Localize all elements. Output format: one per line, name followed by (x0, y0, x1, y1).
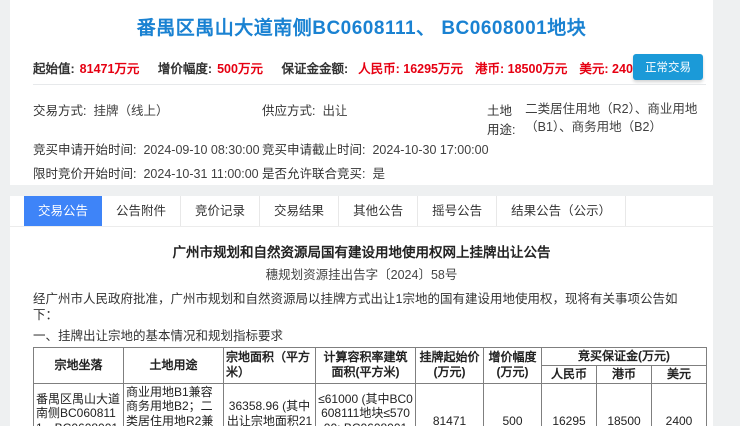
start-price-label: 起始值: (33, 62, 75, 76)
announcement-card: 交易公告 公告附件 竞价记录 交易结果 其他公告 摇号公告 结果公告（公示） 广… (10, 196, 713, 426)
section-heading: 一、挂牌出让宗地的基本情况和规划指标要求 (33, 325, 690, 344)
col-header-area: 宗地面积（平方米） (224, 347, 316, 383)
info-row-2: 竞买申请开始时间: 2024-09-10 08:30:00 竞买申请截止时间: 20… (33, 139, 705, 158)
apply-end-value: 2024-10-30 17:00:00 (372, 143, 488, 157)
col-header-start-price: 挂牌起始价(万元) (416, 347, 484, 383)
cell-location: 番禺区禺山大道南侧BC0608111、BC0608001地块 (34, 383, 124, 426)
col-header-deposit-group: 竞买保证金(万元) (542, 347, 707, 365)
apply-start-label: 竞买申请开始时间: (33, 143, 136, 157)
normal-trade-status-button[interactable]: 正常交易 (633, 54, 703, 80)
supply-mode-label: 供应方式: (262, 104, 315, 118)
bid-start-label: 限时竞价开始时间: (33, 167, 136, 181)
cell-increment: 500 (484, 383, 542, 426)
col-header-location: 宗地坐落 (34, 347, 124, 383)
table-header-row-1: 宗地坐落 土地用途 宗地面积（平方米） 计算容积率建筑面积(平方米) 挂牌起始价… (34, 347, 707, 365)
joint-bid-field: 是否允许联合竞买: 是 (262, 163, 487, 182)
start-price-value: 81471万元 (80, 62, 140, 76)
tab-trade-results[interactable]: 交易结果 (260, 196, 339, 226)
col-header-hkd: 港币 (597, 365, 652, 383)
deposit-rmb: 人民币: 16295万元 (358, 62, 463, 76)
tab-trade-announcement[interactable]: 交易公告 (24, 196, 102, 226)
tab-bidding-records[interactable]: 竞价记录 (181, 196, 260, 226)
announcement-doc-number: 穗规划资源挂出告字〔2024〕58号 (10, 264, 713, 283)
page: { "colors": { "title_blue": "#1a82d2", "… (0, 0, 740, 426)
deposit-metric: 保证金金额:人民币: 16295万元港币: 18500万元美元: 2400万元 (281, 62, 664, 76)
tab-bar: 交易公告 公告附件 竞价记录 交易结果 其他公告 摇号公告 结果公告（公示） (10, 196, 713, 227)
cell-area: 36358.96 (其中出让宗地面积21000) (224, 383, 316, 426)
joint-bid-label: 是否允许联合竞买: (262, 167, 365, 181)
cell-hkd: 18500 (597, 383, 652, 426)
land-use-label: 土地用途: (487, 100, 518, 138)
tab-result-publicity[interactable]: 结果公告（公示） (497, 196, 626, 226)
start-price-metric: 起始值: 81471万元 (33, 62, 139, 76)
supply-mode-field: 供应方式: 出让 (262, 100, 487, 119)
apply-end-field: 竞买申请截止时间: 2024-10-30 17:00:00 (262, 139, 562, 158)
listing-header-card: 番禺区禺山大道南侧BC0608111、 BC0608001地块 起始值: 8147… (10, 0, 713, 185)
announcement-intro: 经广州市人民政府批准，广州市规划和自然资源局以挂牌方式出让1宗地的国有建设用地使… (33, 291, 693, 324)
announcement-title: 广州市规划和自然资源局国有建设用地使用权网上挂牌出让公告 (10, 241, 713, 261)
trade-mode-field: 交易方式: 挂牌（线上） (33, 100, 262, 119)
price-metrics-row: 起始值: 81471万元 增价幅度: 500万元 保证金金额: 人民币: 16295万… (33, 58, 665, 77)
increment-value: 500万元 (217, 62, 263, 76)
cell-start-price: 81471 (416, 383, 484, 426)
trade-mode-label: 交易方式: (33, 104, 86, 118)
table-row: 番禺区禺山大道南侧BC0608111、BC0608001地块 商业用地B1兼容商… (34, 383, 707, 426)
tab-announcement-attachments[interactable]: 公告附件 (102, 196, 181, 226)
trade-mode-value: 挂牌（线上） (93, 104, 168, 118)
col-header-increment: 增价幅度(万元) (484, 347, 542, 383)
col-header-usd: 美元 (652, 365, 707, 383)
bid-start-field: 限时竞价开始时间: 2024-10-31 11:00:00 (33, 163, 262, 182)
apply-start-field: 竞买申请开始时间: 2024-09-10 08:30:00 (33, 139, 262, 158)
cell-usd: 2400 (652, 383, 707, 426)
cell-floor-area: ≤61000 (其中BC0608111地块≤57000; BC0608001地块… (316, 383, 416, 426)
bid-start-value: 2024-10-31 11:00:00 (143, 167, 258, 181)
land-use-field: 土地用途:二类居住用地（R2）、商业用地（B1）、商务用地（B2） (487, 100, 705, 138)
col-header-land-use: 土地用途 (124, 347, 224, 383)
info-row-1: 交易方式: 挂牌（线上） 供应方式: 出让 土地用途:二类居住用地（R2）、商业用地… (33, 100, 705, 138)
cell-land-use: 商业用地B1兼容商务用地B2；二类居住用地R2兼容社会停车场用地S42 (124, 383, 224, 426)
col-header-floor-area: 计算容积率建筑面积(平方米) (316, 347, 416, 383)
tab-lottery-announcement[interactable]: 摇号公告 (418, 196, 497, 226)
deposit-label: 保证金金额: (281, 62, 348, 76)
joint-bid-value: 是 (372, 167, 385, 181)
cell-rmb: 16295 (542, 383, 597, 426)
supply-mode-value: 出让 (322, 104, 347, 118)
land-use-value: 二类居住用地（R2）、商业用地（B1）、商务用地（B2） (525, 100, 705, 138)
increment-metric: 增价幅度: 500万元 (158, 62, 263, 76)
header-divider (33, 84, 706, 85)
deposit-hkd: 港币: 18500万元 (475, 62, 567, 76)
info-row-3: 限时竞价开始时间: 2024-10-31 11:00:00 是否允许联合竞买: 是 (33, 163, 705, 182)
page-title: 番禺区禺山大道南侧BC0608111、 BC0608001地块 (10, 0, 713, 40)
tab-other-announcements[interactable]: 其他公告 (339, 196, 418, 226)
col-header-rmb: 人民币 (542, 365, 597, 383)
apply-end-label: 竞买申请截止时间: (262, 143, 365, 157)
increment-label: 增价幅度: (158, 62, 212, 76)
apply-start-value: 2024-09-10 08:30:00 (143, 143, 259, 157)
land-parcel-table: 宗地坐落 土地用途 宗地面积（平方米） 计算容积率建筑面积(平方米) 挂牌起始价… (33, 347, 707, 426)
